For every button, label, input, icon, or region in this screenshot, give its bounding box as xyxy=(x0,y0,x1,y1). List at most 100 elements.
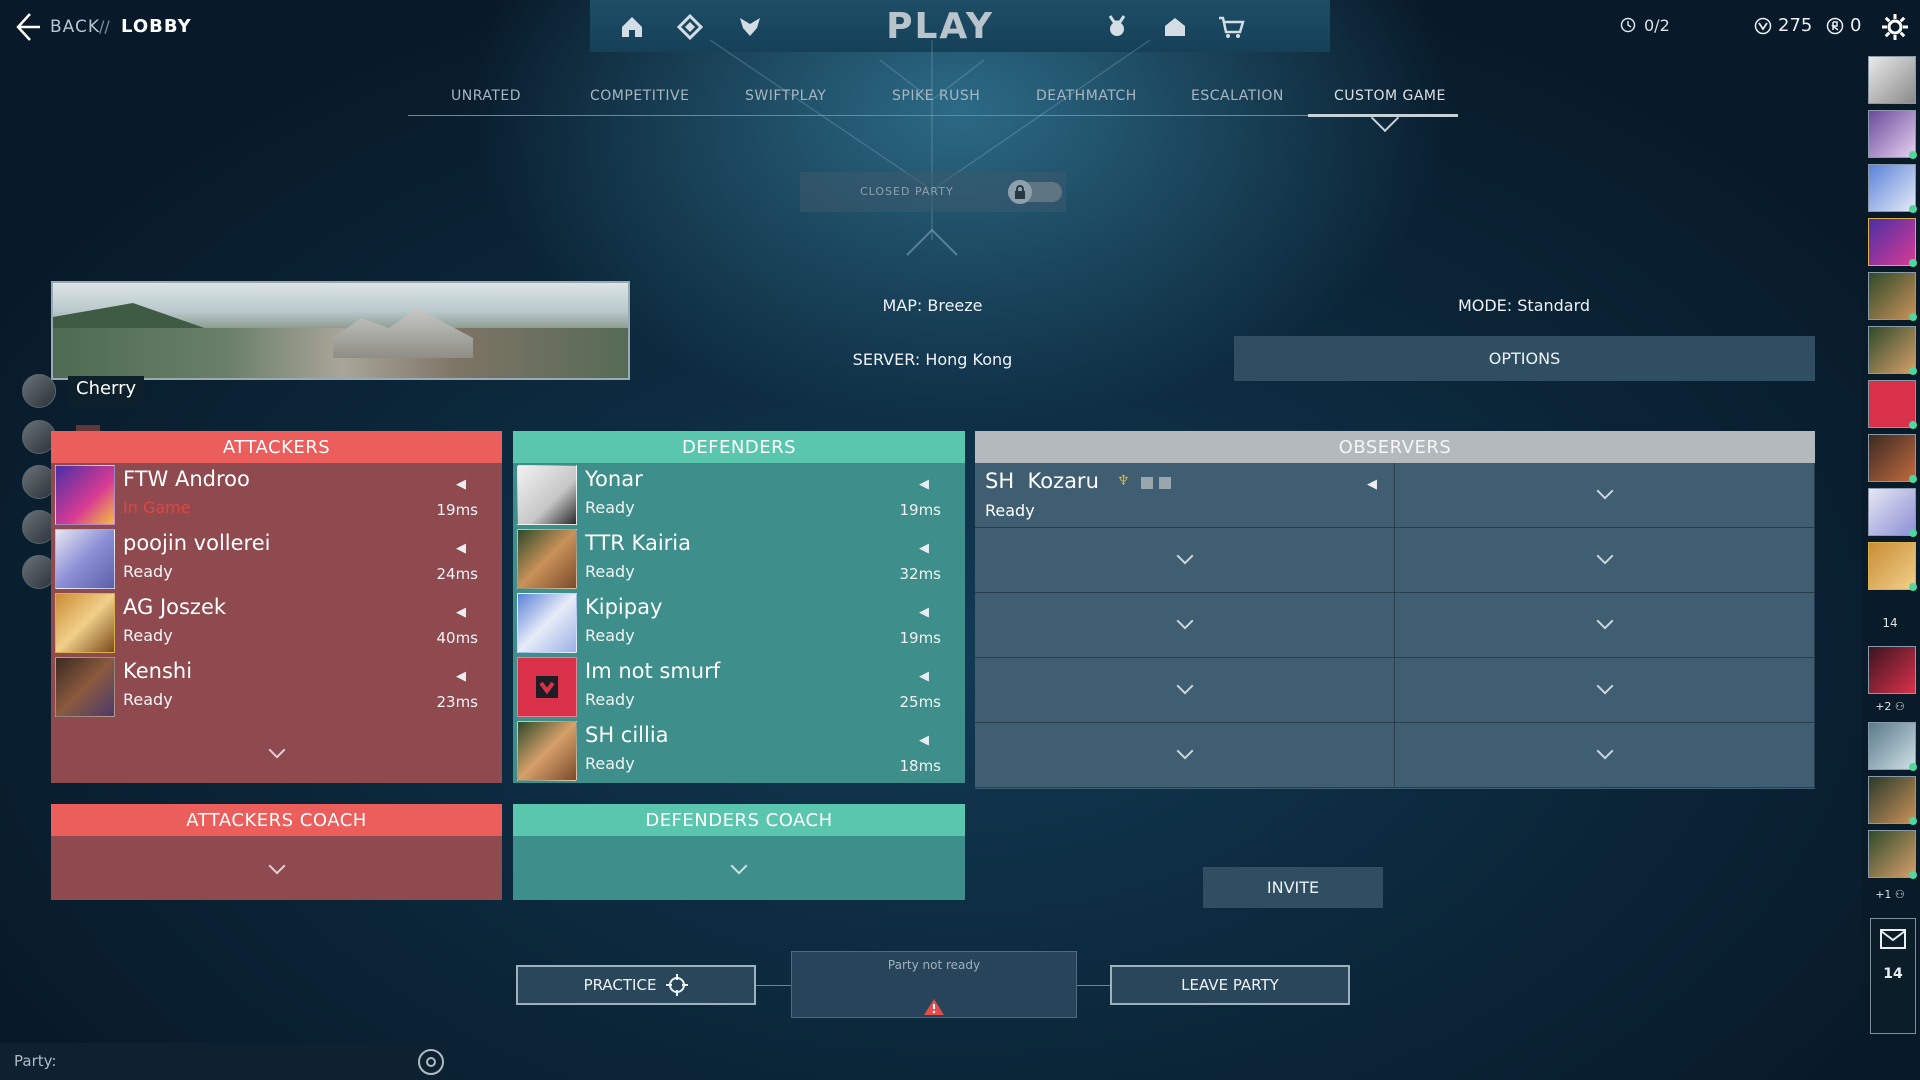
player-row[interactable]: Im not smurf Ready ◀ 25ms xyxy=(513,655,965,717)
friend-avatar[interactable] xyxy=(1868,110,1917,159)
friend-avatar[interactable] xyxy=(1868,488,1917,537)
back-arrow-icon[interactable] xyxy=(14,10,44,44)
player-avatar xyxy=(517,593,577,653)
speaker-icon[interactable]: ◀ xyxy=(919,733,929,748)
observer-slot[interactable] xyxy=(975,593,1395,658)
chevron-down-icon[interactable] xyxy=(1176,547,1194,565)
collection-icon[interactable] xyxy=(1158,10,1192,44)
tab-competitive[interactable]: COMPETITIVE xyxy=(590,88,689,104)
chevron-down-icon[interactable] xyxy=(1176,742,1194,760)
defenders-header[interactable]: DEFENDERS xyxy=(513,431,965,463)
defenders-coach-header[interactable]: DEFENDERS COACH xyxy=(513,804,965,836)
player-ping: 23ms xyxy=(436,693,478,711)
speaker-icon[interactable]: ◀ xyxy=(919,669,929,684)
attackers-header[interactable]: ATTACKERS xyxy=(51,431,502,463)
friend-avatar[interactable] xyxy=(1868,56,1916,104)
party-chat-input[interactable] xyxy=(0,1043,446,1080)
invite-button[interactable]: INVITE xyxy=(1203,867,1383,908)
party-member-avatar[interactable] xyxy=(22,374,56,408)
observer-slot[interactable] xyxy=(1395,593,1815,658)
speaker-icon[interactable]: ◀ xyxy=(919,541,929,556)
observers-header[interactable]: OBSERVERS xyxy=(975,431,1815,463)
practice-button[interactable]: PRACTICE xyxy=(516,965,756,1005)
options-button[interactable]: OPTIONS xyxy=(1234,336,1815,381)
player-row[interactable]: FTW Androo In Game ◀ 19ms xyxy=(51,463,502,525)
player-avatar xyxy=(517,465,577,525)
attackers-coach-panel: ATTACKERS COACH xyxy=(51,804,502,900)
career-icon[interactable] xyxy=(673,10,707,44)
speaker-icon[interactable]: ◀ xyxy=(919,605,929,620)
player-row[interactable]: Kenshi Ready ◀ 23ms xyxy=(51,655,502,717)
chevron-down-icon[interactable] xyxy=(1596,742,1614,760)
friend-avatar[interactable] xyxy=(1868,434,1917,483)
speaker-icon[interactable]: ◀ xyxy=(1367,477,1377,492)
player-avatar xyxy=(517,529,577,589)
observer-slot[interactable]: SH Kozaru ♆ Ready ◀ xyxy=(975,463,1395,528)
player-ping: 19ms xyxy=(899,501,941,519)
friend-avatar[interactable] xyxy=(1868,776,1917,825)
attackers-coach-header[interactable]: ATTACKERS COACH xyxy=(51,804,502,836)
observer-slot[interactable] xyxy=(1395,528,1815,593)
chevron-down-icon[interactable] xyxy=(268,741,286,759)
observer-slot[interactable] xyxy=(975,528,1395,593)
observer-slot[interactable] xyxy=(1395,463,1815,528)
player-row[interactable]: Kipipay Ready ◀ 19ms xyxy=(513,591,965,653)
friend-avatar[interactable] xyxy=(1868,272,1917,321)
friend-avatar[interactable] xyxy=(1868,722,1917,771)
defenders-coach-panel: DEFENDERS COACH xyxy=(513,804,965,900)
speaker-icon[interactable]: ◀ xyxy=(919,477,929,492)
map-setting: MAP: Breeze xyxy=(882,295,983,315)
chevron-down-icon[interactable] xyxy=(1176,612,1194,630)
speaker-icon[interactable]: ◀ xyxy=(456,605,466,620)
observer-slot[interactable] xyxy=(975,658,1395,723)
speaker-icon[interactable]: ◀ xyxy=(456,541,466,556)
chevron-down-icon[interactable] xyxy=(268,857,286,875)
player-row[interactable]: SH cillia Ready ◀ 18ms xyxy=(513,719,965,781)
home-icon[interactable] xyxy=(615,10,649,44)
player-row[interactable]: AG Joszek Ready ◀ 40ms xyxy=(51,591,502,653)
friend-avatar[interactable] xyxy=(1868,164,1917,213)
chevron-down-icon[interactable] xyxy=(1596,482,1614,500)
group-extra-count[interactable]: +2 ⚇ xyxy=(1862,700,1918,713)
ready-status: Party not ready xyxy=(887,958,981,972)
back-button[interactable]: BACK xyxy=(50,17,100,37)
tab-custom-game[interactable]: CUSTOM GAME xyxy=(1334,88,1446,104)
settings-gear-icon[interactable] xyxy=(1878,10,1912,44)
radianite-icon xyxy=(1826,17,1844,39)
map-thumbnail[interactable] xyxy=(51,281,630,380)
chevron-down-icon[interactable] xyxy=(1596,612,1614,630)
practice-label: PRACTICE xyxy=(583,976,657,994)
tab-unrated[interactable]: UNRATED xyxy=(451,88,521,104)
observer-slot[interactable] xyxy=(1395,723,1815,788)
observer-slot[interactable] xyxy=(975,723,1395,788)
friend-avatar[interactable] xyxy=(1868,542,1917,591)
store-icon[interactable] xyxy=(1214,10,1248,44)
chat-channel-icon[interactable] xyxy=(418,1049,444,1075)
speaker-icon[interactable]: ◀ xyxy=(456,477,466,492)
friend-avatar[interactable] xyxy=(1868,218,1917,267)
divider xyxy=(756,985,791,986)
friend-avatar[interactable] xyxy=(1868,830,1917,879)
player-status: Ready xyxy=(585,690,635,709)
agents-icon[interactable] xyxy=(1100,10,1134,44)
battlepass-icon[interactable] xyxy=(733,10,767,44)
group-extra-count[interactable]: +1 ⚇ xyxy=(1862,888,1918,901)
friend-avatar[interactable] xyxy=(1868,646,1916,694)
crosshair-icon xyxy=(666,974,689,996)
player-row[interactable]: poojin vollerei Ready ◀ 24ms xyxy=(51,527,502,589)
friend-avatar[interactable] xyxy=(1868,326,1917,375)
chevron-down-icon[interactable] xyxy=(730,857,748,875)
speaker-icon[interactable]: ◀ xyxy=(456,669,466,684)
mail-icon xyxy=(1880,928,1906,954)
player-status: Ready xyxy=(585,754,635,773)
tab-escalation[interactable]: ESCALATION xyxy=(1191,88,1284,104)
observer-slot[interactable] xyxy=(1395,658,1815,723)
chevron-down-icon[interactable] xyxy=(1596,547,1614,565)
player-row[interactable]: TTR Kairia Ready ◀ 32ms xyxy=(513,527,965,589)
friend-avatar[interactable] xyxy=(1868,380,1917,429)
player-row[interactable]: Yonar Ready ◀ 19ms xyxy=(513,463,965,525)
chevron-down-icon[interactable] xyxy=(1176,677,1194,695)
chevron-down-icon[interactable] xyxy=(1596,677,1614,695)
player-name: Kenshi xyxy=(123,659,193,683)
leave-party-button[interactable]: LEAVE PARTY xyxy=(1110,965,1350,1005)
